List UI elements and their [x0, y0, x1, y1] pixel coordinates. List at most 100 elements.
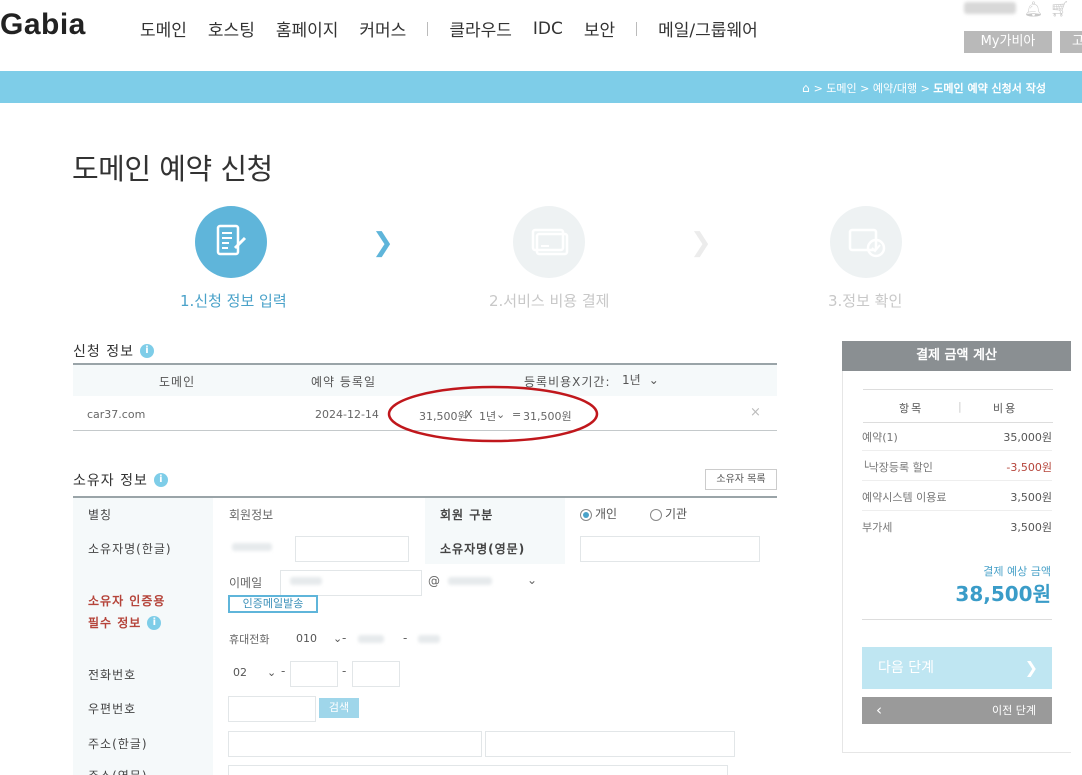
- info-icon[interactable]: i: [147, 615, 162, 630]
- owner-name-en-input[interactable]: [580, 536, 760, 562]
- app-info-heading: 신청 정보 i: [73, 341, 154, 361]
- zip-label: 우편번호: [88, 702, 137, 716]
- calc-row-discount: └낙장등록 할인 -3,500원: [862, 451, 1052, 481]
- nav-commerce[interactable]: 커머스: [359, 16, 406, 41]
- owner-name-en-label: 소유자명(영문): [440, 542, 526, 556]
- chevron-down-icon: ⌄: [648, 372, 660, 387]
- calc-item: └낙장등록 할인: [862, 461, 933, 474]
- user-name-blurred[interactable]: [964, 2, 1016, 14]
- domain-name: car37.com: [87, 408, 146, 421]
- chevron-down-icon[interactable]: ⌄: [527, 573, 537, 587]
- at-sign: @: [428, 574, 440, 588]
- breadcrumb-sep: >: [860, 81, 870, 95]
- breadcrumb-sep: >: [813, 81, 823, 95]
- verify-label: 소유자 인증용: [88, 594, 166, 608]
- calc-heading: 결제 금액 계산: [842, 341, 1071, 371]
- user-area: 🔔︎ 🛒︎ My가비아 고: [962, 0, 1082, 55]
- email-label: 이메일: [229, 576, 263, 590]
- step1-circle: [195, 206, 267, 278]
- address-ko-input[interactable]: [228, 731, 482, 757]
- phone-mid-input[interactable]: [290, 661, 338, 687]
- phone-prefix-value: 02: [233, 666, 247, 679]
- address-ko-detail-input[interactable]: [485, 731, 735, 757]
- calc-table-header: 항목 | 비용: [863, 389, 1053, 423]
- prev-step-label: 이전 단계: [992, 704, 1036, 717]
- nav-divider: [636, 21, 638, 36]
- credit-card-icon: [531, 228, 569, 256]
- radio-organization[interactable]: 기관: [650, 505, 687, 522]
- email-id-input[interactable]: [280, 570, 422, 596]
- info-icon[interactable]: i: [139, 344, 154, 358]
- chevron-left-icon: ‹: [876, 701, 882, 719]
- breadcrumb-domain[interactable]: 도메인: [826, 80, 856, 96]
- breadcrumb-sep: >: [920, 81, 930, 95]
- home-icon[interactable]: ⌂: [802, 81, 810, 95]
- gabia-logo[interactable]: Gabia: [0, 8, 86, 42]
- nav-domain[interactable]: 도메인: [140, 16, 187, 41]
- send-verify-mail-button[interactable]: 인증메일발송: [228, 595, 318, 613]
- col-item: 항목: [899, 402, 924, 415]
- remove-icon[interactable]: ×: [750, 405, 761, 420]
- mobile-prefix-select[interactable]: 010 ⌄: [296, 632, 342, 645]
- my-gabia-button[interactable]: My가비아: [964, 31, 1052, 53]
- global-nav: 도메인 호스팅 홈페이지 커머스 클라우드 IDC 보안 메일/그룹웨어: [140, 16, 779, 42]
- total-amount: 38,500원: [955, 582, 1051, 606]
- email-domain-blurred: [448, 577, 492, 585]
- calc-row-vat: 부가세 3,500원: [862, 511, 1052, 541]
- check-confirm-icon: [848, 228, 886, 258]
- calc-item: 부가세: [862, 521, 893, 534]
- nav-security[interactable]: 보안: [584, 16, 615, 41]
- address-en-input[interactable]: [228, 765, 728, 775]
- nav-idc[interactable]: IDC: [533, 19, 563, 39]
- zip-search-button[interactable]: 검색: [319, 698, 359, 718]
- calc-row-reserve: 예약(1) 35,000원: [862, 421, 1052, 451]
- radio-on-icon: [580, 508, 592, 521]
- cart-icon[interactable]: 🛒︎: [1050, 0, 1069, 18]
- radio-off-icon: [650, 508, 662, 521]
- owner-list-button[interactable]: 소유자 목록: [705, 469, 777, 490]
- step3-circle: [830, 206, 902, 278]
- phone-label: 전화번호: [88, 668, 137, 682]
- address-ko-label: 주소(한글): [88, 737, 148, 751]
- col-reserve-date: 예약 등록일: [311, 375, 377, 389]
- calc-cost: 35,000원: [1003, 431, 1052, 444]
- calc-cost: -3,500원: [1006, 461, 1052, 474]
- member-type-label: 회원 구분: [440, 508, 494, 522]
- nav-cloud[interactable]: 클라우드: [449, 16, 512, 41]
- breadcrumb-current: 도메인 예약 신청서 작성: [933, 82, 1046, 95]
- prev-step-button[interactable]: ‹ 이전 단계: [862, 697, 1052, 724]
- nav-homepage[interactable]: 홈페이지: [276, 16, 339, 41]
- required-info-text: 필수 정보: [88, 616, 142, 630]
- bell-icon[interactable]: 🔔︎: [1024, 0, 1043, 18]
- col-divider: |: [958, 400, 962, 413]
- breadcrumb-bar: ⌂ > 도메인 > 예약/대행 > 도메인 예약 신청서 작성: [0, 71, 1082, 103]
- nav-mail-groupware[interactable]: 메일/그룹웨어: [658, 16, 758, 41]
- dash: -: [342, 631, 347, 645]
- step-arrow-icon: ❯: [690, 228, 712, 258]
- divider: [862, 619, 1052, 620]
- owner-name-ko-input[interactable]: [295, 536, 409, 562]
- phone-prefix-select[interactable]: 02 ⌄: [233, 666, 276, 679]
- required-info-label: 필수 정보 i: [88, 614, 162, 631]
- step2-circle: [513, 206, 585, 278]
- calc-row-system-fee: 예약시스템 이용료 3,500원: [862, 481, 1052, 511]
- page-title: 도메인 예약 신청: [72, 152, 273, 186]
- nav-hosting[interactable]: 호스팅: [208, 16, 255, 41]
- breadcrumb-reserve[interactable]: 예약/대행: [873, 80, 917, 96]
- phone-last-input[interactable]: [352, 661, 400, 687]
- mobile-label: 휴대전화: [229, 633, 270, 646]
- mobile-mid-blurred: [358, 635, 384, 643]
- info-icon[interactable]: i: [153, 473, 168, 487]
- next-step-button[interactable]: 다음 단계 ❯: [862, 647, 1052, 689]
- form-edit-icon: [216, 224, 247, 256]
- alias-label: 별칭: [88, 508, 113, 522]
- zip-input[interactable]: [228, 696, 316, 722]
- period-select[interactable]: 1년 ⌄: [622, 371, 660, 388]
- owner-name-ko-value: [232, 543, 272, 551]
- customer-center-button[interactable]: 고: [1060, 31, 1082, 53]
- chevron-down-icon: ⌄: [267, 666, 277, 679]
- radio-individual[interactable]: 개인: [580, 505, 617, 522]
- calc-cost: 3,500원: [1010, 491, 1052, 504]
- step-arrow-icon: ❯: [372, 228, 394, 258]
- mobile-prefix-value: 010: [296, 632, 317, 645]
